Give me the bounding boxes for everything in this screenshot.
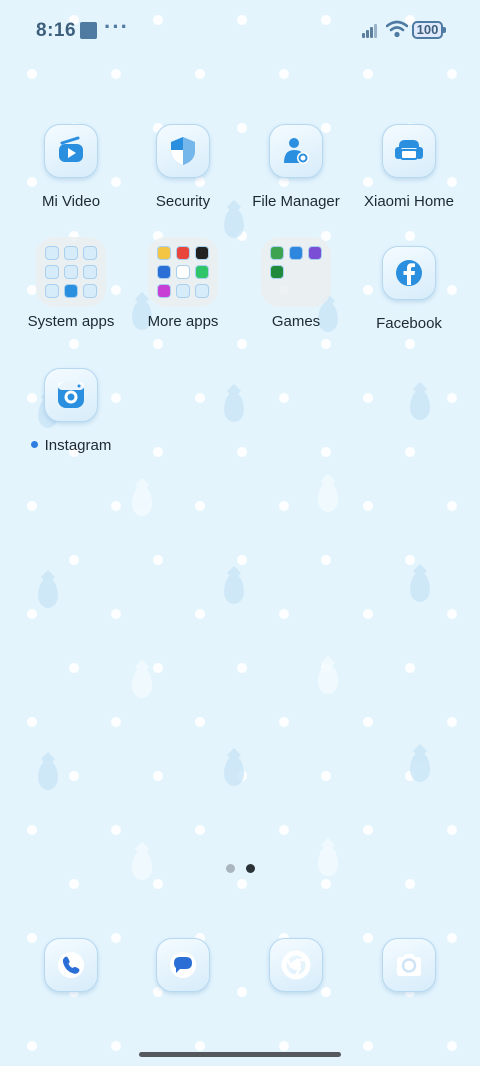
app-mi-video[interactable]: Mi Video: [15, 124, 127, 210]
shield-icon: [156, 124, 210, 178]
app-label: File Manager: [252, 193, 340, 210]
battery-indicator: 100: [412, 21, 446, 39]
mini-app-icon: [157, 246, 171, 260]
app-security[interactable]: Security: [127, 124, 239, 210]
camera-icon: [382, 938, 436, 992]
mini-app-icon: [270, 246, 284, 260]
app-xiaomi-home[interactable]: Xiaomi Home: [353, 124, 465, 210]
app-instagram[interactable]: Instagram: [15, 368, 127, 454]
app-label: Mi Video: [41, 193, 101, 210]
mini-app-icon: [176, 246, 190, 260]
folder-preview: [148, 237, 218, 307]
signal-icon: [362, 24, 380, 38]
raindrop-decoration: [224, 208, 244, 238]
folder-label: Games: [271, 313, 321, 330]
mini-app-icon: [83, 284, 97, 298]
raindrop-decoration: [318, 846, 338, 876]
mini-app-icon: [64, 246, 78, 260]
camera-icon: [44, 368, 98, 422]
folder-preview: [261, 237, 331, 307]
raindrop-decoration: [224, 756, 244, 786]
status-time: 8:16: [36, 20, 77, 41]
mini-app-icon: [45, 246, 59, 260]
status-bar: 8:16 ··· 100: [0, 0, 480, 60]
mini-app-icon: [176, 265, 190, 279]
notification-icon: [80, 22, 97, 39]
dock-app-chrome[interactable]: [240, 938, 352, 992]
mini-app-icon: [270, 265, 284, 279]
chrome-icon: [269, 938, 323, 992]
video-icon: [44, 124, 98, 178]
mini-app-icon: [195, 246, 209, 260]
app-label: Xiaomi Home: [363, 193, 455, 210]
mini-app-icon: [45, 284, 59, 298]
dock-app-phone[interactable]: [15, 938, 127, 992]
mini-app-icon: [64, 265, 78, 279]
raindrop-decoration: [224, 574, 244, 604]
app-label-with-indicator: Instagram: [15, 437, 127, 454]
raindrop-decoration: [410, 752, 430, 782]
app-label: Security: [155, 193, 211, 210]
mini-app-icon: [83, 246, 97, 260]
messages-icon: [156, 938, 210, 992]
raindrop-decoration: [410, 390, 430, 420]
raindrop-decoration: [38, 760, 58, 790]
home-gesture-bar[interactable]: [139, 1052, 341, 1057]
page-dot-2-active[interactable]: [246, 864, 255, 873]
dock-app-messages[interactable]: [127, 938, 239, 992]
raindrop-decoration: [38, 578, 58, 608]
mini-app-icon: [308, 246, 322, 260]
app-facebook[interactable]: Facebook: [353, 246, 465, 332]
folder-preview: [36, 237, 106, 307]
wifi-icon: [386, 20, 408, 38]
raindrop-decoration: [318, 664, 338, 694]
mini-app-icon: [157, 265, 171, 279]
file-manager-icon: [269, 124, 323, 178]
new-install-indicator: [30, 441, 38, 448]
mini-app-icon: [83, 265, 97, 279]
app-label: Facebook: [376, 315, 442, 332]
folder-label: More apps: [147, 313, 219, 330]
facebook-icon: [382, 246, 436, 300]
folder-label: System apps: [27, 313, 115, 330]
mini-app-icon: [64, 284, 78, 298]
folder-games[interactable]: Games: [240, 237, 352, 330]
raindrop-decoration: [132, 486, 152, 516]
mini-app-icon: [176, 284, 190, 298]
mini-app-icon: [195, 265, 209, 279]
mini-app-icon: [157, 284, 171, 298]
page-dot-1[interactable]: [226, 864, 235, 873]
app-label: Instagram: [44, 437, 112, 454]
more-notifications-icon: ···: [104, 14, 129, 39]
raindrop-decoration: [410, 572, 430, 602]
folder-more-apps[interactable]: More apps: [127, 237, 239, 330]
raindrop-decoration: [132, 668, 152, 698]
sofa-icon: [382, 124, 436, 178]
app-file-manager[interactable]: File Manager: [240, 124, 352, 210]
raindrop-decoration: [318, 482, 338, 512]
dock-app-camera[interactable]: [353, 938, 465, 992]
mini-app-icon: [45, 265, 59, 279]
mini-app-icon: [195, 284, 209, 298]
phone-icon: [44, 938, 98, 992]
raindrop-decoration: [132, 850, 152, 880]
mini-app-icon: [289, 246, 303, 260]
raindrop-decoration: [224, 392, 244, 422]
folder-system-apps[interactable]: System apps: [15, 237, 127, 330]
